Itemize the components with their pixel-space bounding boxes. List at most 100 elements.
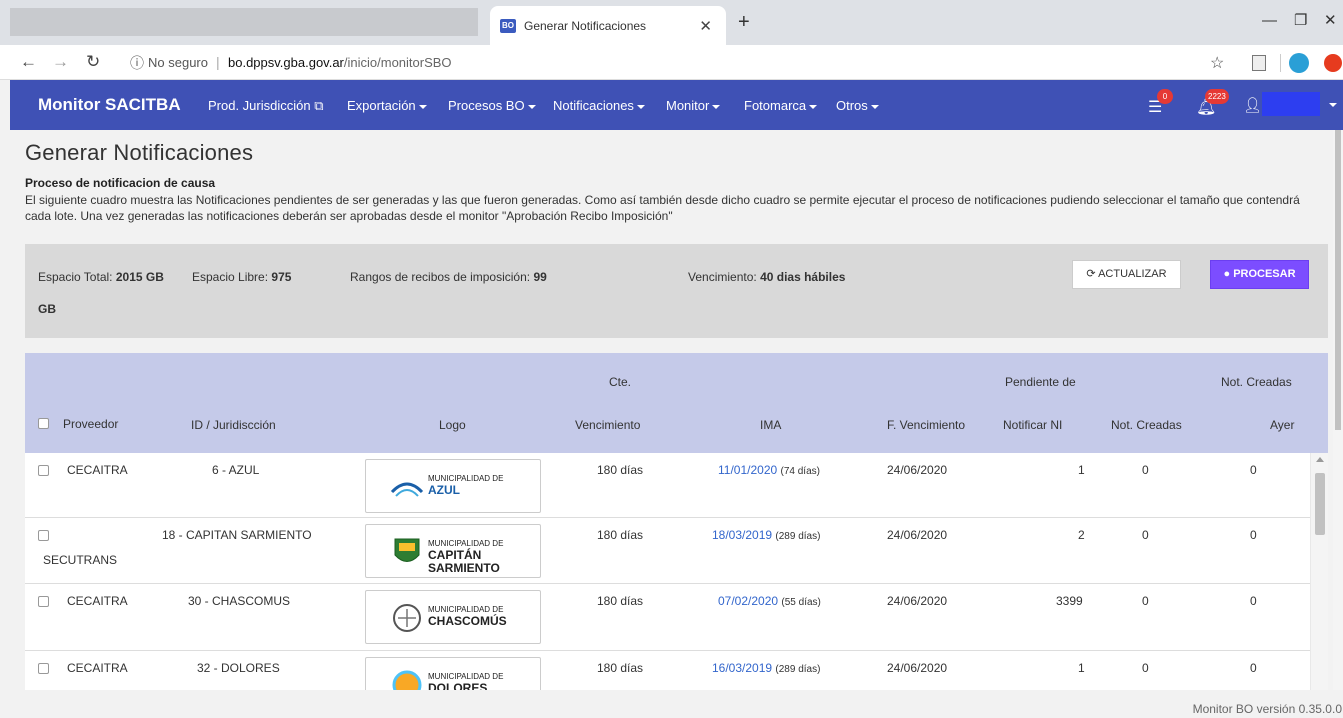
table-row[interactable]: CECAITRA 30 - CHASCOMUS Municipalidad de… [25, 584, 1310, 651]
notifications-badge: 2223 [1205, 89, 1229, 104]
active-tab[interactable]: BO Generar Notificaciones ✕ [490, 6, 726, 45]
cell-jurisdiccion: 30 - CHASCOMUS [188, 594, 291, 608]
table-row[interactable]: CECAITRA 32 - DOLORES Municipalidad de Do… [25, 651, 1310, 690]
row-checkbox[interactable] [38, 530, 49, 541]
ima-days: (55 días) [781, 597, 821, 608]
cell-f-vencimiento: 24/06/2020 [887, 463, 948, 477]
azul-emblem-icon [390, 482, 424, 497]
table-scroll-thumb[interactable] [1315, 473, 1325, 535]
forward-icon[interactable]: → [52, 52, 69, 72]
cell-proveedor: CECAITRA [67, 463, 128, 477]
url-path: /inicio/monitorSBO [343, 55, 452, 70]
reload-icon[interactable]: ↻ [86, 52, 100, 72]
nav-label: Fotomarca [744, 98, 807, 113]
header-proveedor[interactable]: Proveedor [63, 417, 118, 431]
header-pendiente-notificar[interactable]: Notificar NI [1003, 418, 1062, 432]
ima-date-link[interactable]: 18/03/2019 [712, 528, 772, 542]
extension-icon[interactable] [1252, 55, 1266, 71]
brand-title[interactable]: Monitor SACITBA [38, 95, 181, 115]
cell-not-creadas: 0 [1142, 463, 1149, 477]
page-scrollbar[interactable] [1333, 130, 1343, 690]
cell-pendiente: 2 [1078, 528, 1085, 542]
espacio-total-label: Espacio Total: [38, 270, 113, 284]
blurred-tab[interactable] [10, 8, 478, 36]
caret-down-icon [870, 104, 879, 109]
cell-vencimiento: 180 días [597, 661, 644, 675]
page-scroll-thumb[interactable] [1335, 130, 1341, 430]
header-ima[interactable]: IMA [760, 418, 781, 432]
opera-extension-icon[interactable] [1324, 54, 1342, 72]
header-not-creadas-ayer-top: Not. Creadas [1221, 375, 1292, 389]
table-row[interactable]: SECUTRANS 18 - CAPITAN SARMIENTO Municip… [25, 518, 1310, 584]
url-field[interactable]: ⓘ No seguro | bo.dppsv.gba.gov.ar/inicio… [118, 50, 1218, 75]
nav-exportacion[interactable]: Exportación [347, 98, 427, 113]
cell-not-creadas-ayer: 0 [1250, 463, 1257, 477]
header-id-jurisdiccion[interactable]: ID / Juridiscción [191, 418, 276, 432]
profile-extension-icon[interactable] [1289, 53, 1309, 73]
table-row[interactable]: CECAITRA 6 - AZUL Municipalidad de Azul 1… [25, 453, 1310, 518]
minimize-icon[interactable]: — [1262, 12, 1277, 30]
cell-jurisdiccion: 32 - DOLORES [197, 661, 280, 675]
espacio-libre-unit-text: GB [38, 302, 56, 316]
ima-days: (74 días) [780, 466, 820, 477]
notifications-button[interactable]: 🔔︎ 2223 [1196, 89, 1229, 117]
logo-text: Municipalidad de Azul [428, 474, 503, 497]
cell-not-creadas-ayer: 0 [1250, 661, 1257, 675]
address-bar: ← → ↻ ⓘ No seguro | bo.dppsv.gba.gov.ar/… [0, 45, 1343, 80]
header-not-creadas[interactable]: Not. Creadas [1111, 418, 1182, 432]
ima-date-link[interactable]: 11/01/2020 [718, 463, 777, 477]
cell-proveedor: SECUTRANS [43, 553, 118, 567]
select-all-checkbox[interactable] [38, 418, 49, 429]
tasks-button[interactable]: ☰ 0 [1148, 89, 1174, 117]
cell-f-vencimiento: 24/06/2020 [887, 594, 948, 608]
table-scrollbar[interactable] [1310, 453, 1328, 690]
tab-close-icon[interactable]: ✕ [699, 17, 712, 35]
nav-prod-jurisdiccion[interactable]: Prod. Jurisdicción ⧉ [208, 98, 324, 114]
procesar-button[interactable]: ● PROCESAR [1210, 260, 1309, 289]
caret-down-icon [527, 104, 536, 109]
section-title: Proceso de notificacion de causa [25, 176, 216, 190]
actualizar-button[interactable]: ⟳ ACTUALIZAR [1072, 260, 1181, 289]
row-checkbox[interactable] [38, 465, 49, 476]
nav-otros[interactable]: Otros [836, 98, 879, 113]
nav-notificaciones[interactable]: Notificaciones [553, 98, 645, 113]
restore-icon[interactable]: ❐ [1294, 12, 1307, 30]
nav-procesos-bo[interactable]: Procesos BO [448, 98, 536, 113]
nav-label: Otros [836, 98, 868, 113]
caret-down-icon [636, 104, 645, 109]
info-panel: Espacio Total: 2015 GB Espacio Libre: 97… [25, 244, 1328, 338]
nav-label: Notificaciones [553, 98, 634, 113]
capitan-sarmiento-emblem-icon [394, 538, 420, 562]
user-caret-icon[interactable] [1329, 103, 1337, 107]
bookmark-star-icon[interactable]: ☆ [1210, 53, 1224, 73]
header-cte-vencimiento[interactable]: Vencimiento [575, 418, 640, 432]
logo-line1: Municipalidad de [428, 672, 504, 681]
cell-pendiente: 3399 [1056, 594, 1083, 608]
url-host: bo.dppsv.gba.gov.ar [228, 55, 344, 70]
browser-tab-bar: BO Generar Notificaciones ✕ + — ❐ ✕ [0, 0, 1343, 45]
user-menu[interactable] [1262, 92, 1320, 116]
user-icon[interactable]: 👤︎ [1243, 96, 1262, 114]
cell-ima: 18/03/2019 (289 días) [712, 528, 820, 542]
vencimiento-label: Vencimiento: [688, 270, 757, 284]
header-not-creadas-ayer[interactable]: Ayer [1270, 418, 1294, 432]
nav-fotomarca[interactable]: Fotomarca [744, 98, 818, 113]
row-checkbox[interactable] [38, 663, 49, 674]
row-checkbox[interactable] [38, 596, 49, 607]
ima-date-link[interactable]: 16/03/2019 [712, 661, 772, 675]
back-icon[interactable]: ← [20, 52, 37, 72]
nav-monitor[interactable]: Monitor [666, 98, 721, 113]
new-tab-icon[interactable]: + [738, 12, 750, 32]
ima-date-link[interactable]: 07/02/2020 [718, 594, 778, 608]
cell-not-creadas-ayer: 0 [1250, 528, 1257, 542]
info-icon[interactable]: ⓘ [130, 53, 144, 73]
nav-label: Monitor [666, 98, 710, 113]
page-content: Generar Notificaciones Proceso de notifi… [10, 130, 1333, 690]
window-close-icon[interactable]: ✕ [1324, 12, 1337, 30]
header-f-vencimiento[interactable]: F. Vencimiento [887, 418, 965, 432]
scroll-up-icon[interactable] [1316, 457, 1324, 462]
cell-proveedor: CECAITRA [67, 661, 128, 675]
header-pendiente-top: Pendiente de [1005, 375, 1076, 389]
logo-line1: Municipalidad de [428, 605, 504, 614]
vencimiento: Vencimiento: 40 dias hábiles [688, 270, 845, 284]
